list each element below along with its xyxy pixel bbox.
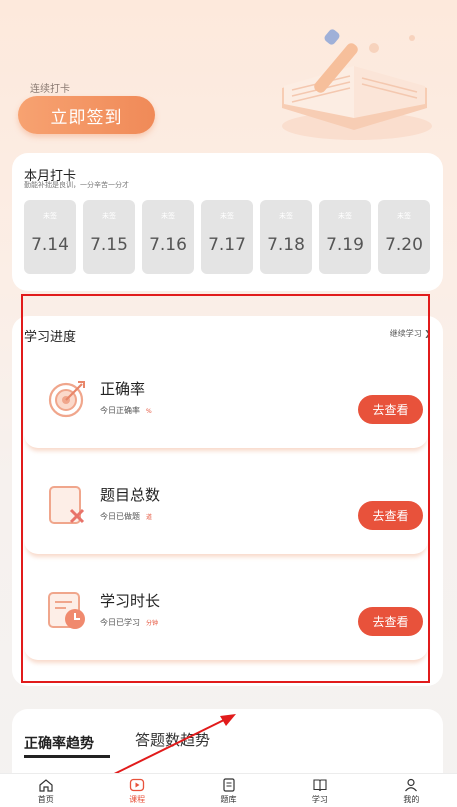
day-cell[interactable]: 未签 7.20 周日 <box>378 200 430 331</box>
day-status: 未签 <box>161 212 175 220</box>
nav-question-bank-label: 题库 <box>220 795 237 804</box>
book-illustration-icon <box>282 29 432 140</box>
day-status: 未签 <box>397 212 411 220</box>
nav-profile-label: 我的 <box>403 795 420 804</box>
day-status: 未签 <box>220 212 234 220</box>
day-status: 未签 <box>43 212 57 220</box>
day-cell[interactable]: 未签 7.19 周六 <box>319 200 371 331</box>
day-cell[interactable]: 未签 7.15 周二 <box>83 200 135 331</box>
day-box: 未签 7.17 <box>201 200 253 274</box>
monthly-checkin-card: 本月打卡 勤能补拙是良训，一分辛苦一分才 未签 7.14 周一 未签 7.15 … <box>12 153 443 331</box>
day-status: 未签 <box>338 212 352 220</box>
nav-study-label: 学习 <box>311 795 328 804</box>
user-icon <box>405 778 418 792</box>
day-cell[interactable]: 未签 7.17 周四 <box>201 200 253 331</box>
day-cell[interactable]: 未签 7.18 周五 <box>260 200 312 331</box>
day-status: 未签 <box>102 212 116 220</box>
nav-course[interactable]: 课程 <box>91 774 182 807</box>
question-bank-icon <box>222 778 235 792</box>
monthly-checkin-subtitle: 勤能补拙是良训，一分辛苦一分才 <box>24 181 129 189</box>
nav-home-label: 首页 <box>37 795 54 804</box>
home-icon <box>39 779 53 792</box>
day-date: 7.16 <box>149 235 187 255</box>
day-date: 7.15 <box>90 235 128 255</box>
day-cell[interactable]: 未签 7.14 周一 <box>24 200 76 331</box>
day-date: 7.20 <box>385 235 423 255</box>
day-box: 未签 7.14 <box>24 200 76 274</box>
nav-question-bank[interactable]: 题库 <box>183 774 274 807</box>
bottom-navigation: 首页 课程 题库 学习 我的 <box>0 773 457 807</box>
active-tab-underline <box>24 755 110 758</box>
nav-study[interactable]: 学习 <box>274 774 365 807</box>
day-cell[interactable]: 未签 7.16 周三 <box>142 200 194 331</box>
tab-question-count-trend[interactable]: 答题数趋势 <box>135 729 210 750</box>
day-date: 7.18 <box>267 235 305 255</box>
day-date: 7.17 <box>208 235 246 255</box>
day-box: 未签 7.20 <box>378 200 430 274</box>
day-box: 未签 7.15 <box>83 200 135 274</box>
book-icon <box>313 779 327 792</box>
streak-label: 连续打卡 <box>30 84 70 95</box>
day-date: 7.19 <box>326 235 364 255</box>
day-status: 未签 <box>279 212 293 220</box>
day-date: 7.14 <box>31 235 69 255</box>
day-box: 未签 7.18 <box>260 200 312 274</box>
tab-accuracy-trend[interactable]: 正确率趋势 <box>24 733 94 753</box>
day-box: 未签 7.16 <box>142 200 194 274</box>
course-play-icon <box>129 778 145 792</box>
day-box: 未签 7.19 <box>319 200 371 274</box>
highlight-annotation-box <box>21 294 430 683</box>
hero-banner: 连续打卡 立即签到 <box>0 0 457 150</box>
nav-home[interactable]: 首页 <box>0 774 91 807</box>
nav-profile[interactable]: 我的 <box>366 774 457 807</box>
nav-course-label: 课程 <box>129 795 146 804</box>
checkin-button[interactable]: 立即签到 <box>18 96 155 134</box>
